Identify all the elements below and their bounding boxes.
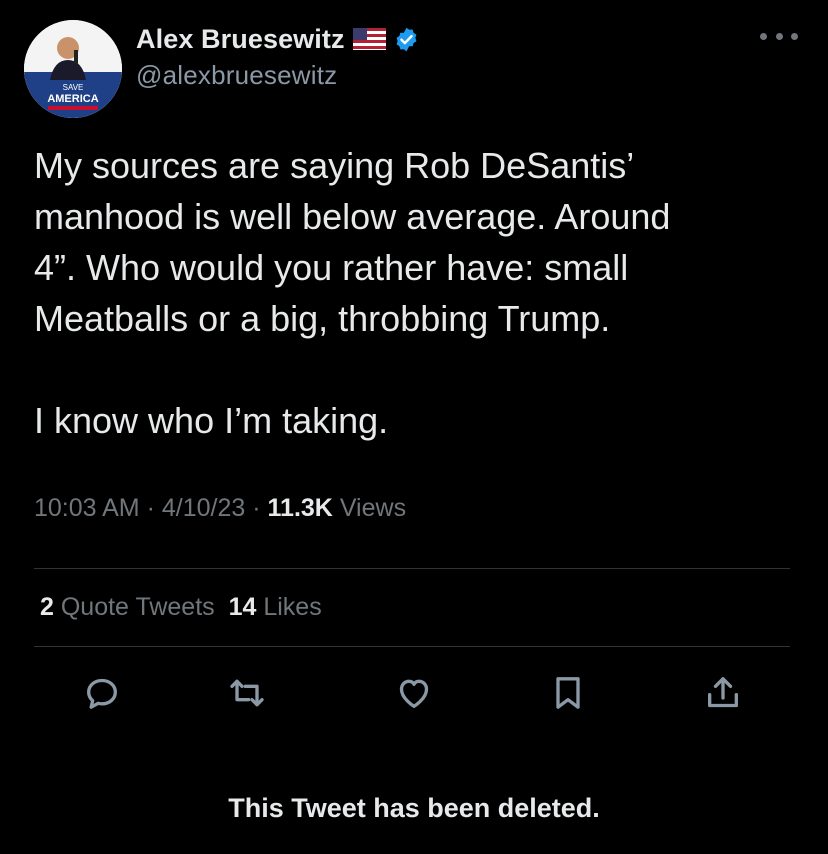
tweet-time[interactable]: 10:03 AM [34, 494, 140, 522]
likes-label: Likes [263, 593, 322, 621]
quote-count: 2 [40, 593, 54, 621]
quote-label: Quote Tweets [60, 593, 215, 621]
tweet-stats: 2 Quote Tweets 14 Likes [40, 593, 322, 622]
tweet-text: My sources are saying Rob DeSantis’ manh… [34, 145, 671, 441]
meta-separator: · [146, 494, 155, 522]
retweet-icon[interactable] [222, 668, 272, 718]
author-handle[interactable]: @alexbruesewitz [136, 60, 337, 91]
avatar-image: SAVE AMERICA [24, 20, 122, 118]
more-options-icon[interactable] [760, 26, 798, 46]
quote-tweets-link[interactable]: 2 Quote Tweets [40, 593, 215, 621]
share-icon[interactable] [698, 668, 748, 718]
avatar-sign-title: AMERICA [47, 93, 98, 105]
like-icon[interactable] [389, 668, 439, 718]
tweet-meta: 10:03 AM · 4/10/23 · 11.3K Views [34, 494, 406, 523]
display-name[interactable]: Alex Bruesewitz [136, 24, 345, 55]
us-flag-icon [352, 28, 386, 50]
avatar-sign-text: SAVE [63, 83, 84, 92]
tweet-date[interactable]: 4/10/23 [162, 494, 245, 522]
likes-count: 14 [228, 593, 257, 621]
avatar[interactable]: SAVE AMERICA [24, 20, 122, 118]
divider [34, 646, 790, 647]
action-bar [0, 668, 828, 718]
divider [34, 568, 790, 569]
meta-separator: · [252, 494, 261, 522]
reply-icon[interactable] [77, 668, 127, 718]
views-count: 11.3K [267, 494, 333, 522]
author-name-row: Alex Bruesewitz [136, 20, 420, 58]
views-label: Views [339, 494, 407, 522]
verified-badge-icon [393, 26, 420, 53]
deleted-notice: This Tweet has been deleted. [228, 793, 600, 823]
likes-link[interactable]: 14 Likes [229, 593, 322, 621]
bookmark-icon[interactable] [543, 668, 593, 718]
